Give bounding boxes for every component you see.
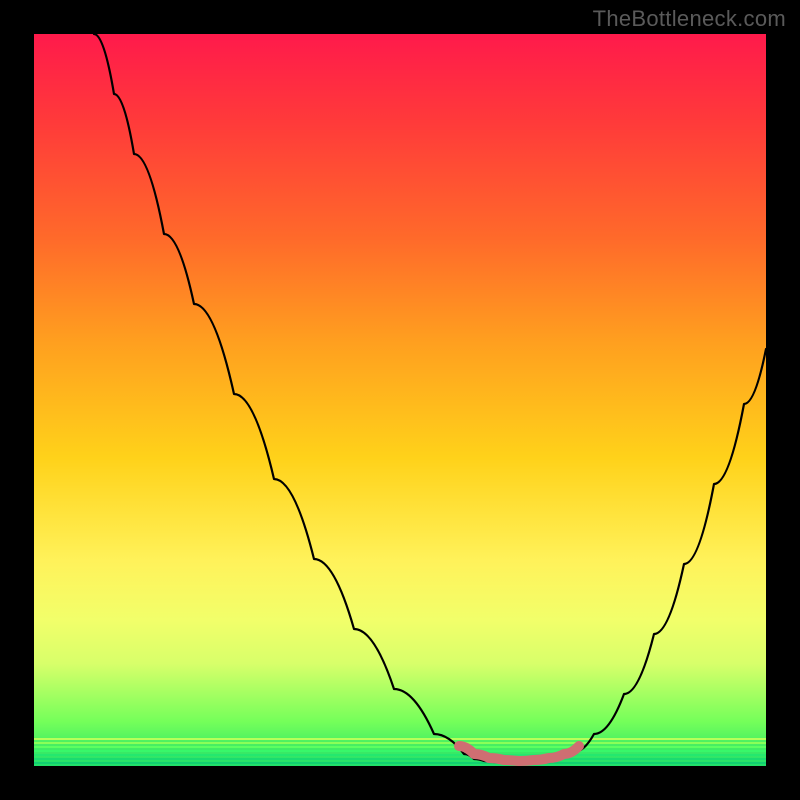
plot-area xyxy=(34,34,766,766)
chart-stage: TheBottleneck.com xyxy=(0,0,800,800)
chart-svg xyxy=(34,34,766,766)
trough-highlight xyxy=(459,746,579,761)
watermark-text: TheBottleneck.com xyxy=(593,6,786,32)
bottleneck-curve xyxy=(94,34,766,763)
